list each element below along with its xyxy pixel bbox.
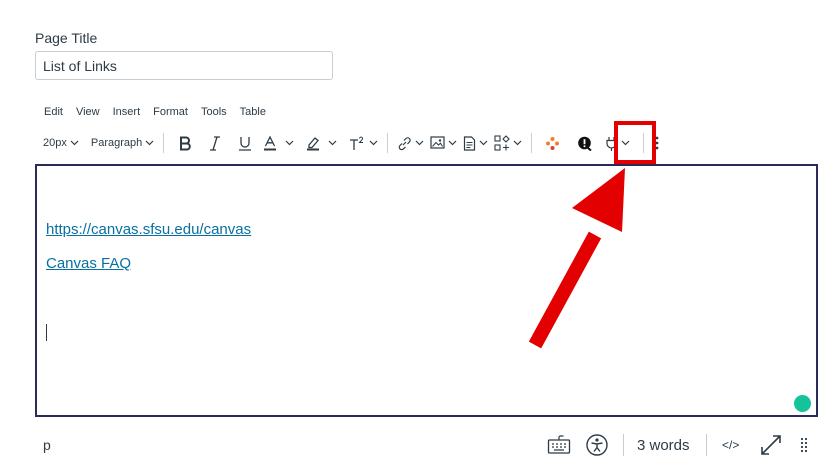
menu-insert[interactable]: Insert <box>113 106 141 118</box>
italic-button[interactable] <box>200 131 230 155</box>
editor-content-area[interactable]: https://canvas.sfsu.edu/canvas Canvas FA… <box>35 164 818 417</box>
editor-toolbar: 20px Paragraph <box>40 131 662 155</box>
font-size-value: 20px <box>43 137 67 149</box>
underline-icon <box>239 136 252 151</box>
page-title-label: Page Title <box>35 30 98 46</box>
chevron-down-icon <box>328 140 337 146</box>
accessibility-checker-icon <box>577 136 592 151</box>
toolbar-divider <box>163 133 165 153</box>
menu-tools[interactable]: Tools <box>201 106 227 118</box>
chevron-down-icon <box>513 140 522 146</box>
menu-view[interactable]: View <box>76 106 100 118</box>
font-size-select[interactable]: 20px <box>40 131 82 155</box>
drag-handle-icon <box>800 437 808 453</box>
document-icon <box>464 135 476 151</box>
image-button[interactable] <box>427 131 460 155</box>
resize-handle[interactable] <box>800 430 808 460</box>
document-button[interactable] <box>460 131 491 155</box>
grammarly-icon[interactable] <box>794 395 811 412</box>
fullscreen-icon <box>761 435 781 455</box>
text-cursor <box>46 324 47 341</box>
chevron-down-icon <box>415 140 424 146</box>
highlight-color-button[interactable] <box>303 131 340 155</box>
accessibility-icon <box>586 434 608 456</box>
menu-table[interactable]: Table <box>240 106 266 118</box>
highlight-color-icon <box>307 136 320 150</box>
superscript-icon <box>350 136 364 150</box>
element-path[interactable]: p <box>43 437 51 453</box>
accessibility-checker-button[interactable] <box>566 131 602 155</box>
keyboard-shortcuts-button[interactable] <box>547 430 571 460</box>
annotation-arrow <box>528 168 625 349</box>
embed-button[interactable] <box>491 131 525 155</box>
accessibility-button[interactable] <box>585 430 609 460</box>
embed-icon <box>494 135 511 151</box>
menu-format[interactable]: Format <box>153 106 188 118</box>
chevron-down-icon <box>369 140 378 146</box>
link-button[interactable] <box>394 131 427 155</box>
html-toggle-label: </> <box>722 438 740 452</box>
html-editor-toggle[interactable]: </> <box>722 430 739 460</box>
statusbar-divider <box>706 434 707 456</box>
editor-menubar: Edit View Insert Format Tools Table <box>44 106 266 118</box>
word-count: 3 words <box>637 436 690 454</box>
image-icon <box>430 136 445 149</box>
chevron-down-icon <box>70 140 79 146</box>
annotation-highlight-box <box>614 121 656 164</box>
chevron-down-icon <box>479 140 488 146</box>
statusbar-divider <box>623 434 624 456</box>
link-icon <box>399 136 411 150</box>
apps-button[interactable] <box>538 131 566 155</box>
keyboard-icon <box>547 435 571 454</box>
block-format-value: Paragraph <box>90 137 143 149</box>
word-count-button[interactable]: 3 words <box>637 430 690 460</box>
block-format-select[interactable]: Paragraph <box>88 131 157 155</box>
apps-icon <box>545 136 559 150</box>
link-canvas-faq[interactable]: Canvas FAQ <box>46 255 131 272</box>
chevron-down-icon <box>285 140 294 146</box>
italic-icon <box>210 135 221 151</box>
bold-icon <box>179 136 191 150</box>
menu-edit[interactable]: Edit <box>44 106 63 118</box>
page-title-input[interactable] <box>35 51 333 80</box>
text-color-icon <box>264 135 277 150</box>
superscript-button[interactable] <box>346 131 381 155</box>
toolbar-divider <box>387 133 389 153</box>
bold-button[interactable] <box>170 131 200 155</box>
chevron-down-icon <box>448 140 457 146</box>
underline-button[interactable] <box>230 131 260 155</box>
link-canvas-url[interactable]: https://canvas.sfsu.edu/canvas <box>46 221 251 238</box>
chevron-down-icon <box>145 140 154 146</box>
toolbar-divider <box>531 133 533 153</box>
fullscreen-button[interactable] <box>760 430 782 460</box>
text-color-button[interactable] <box>260 131 297 155</box>
